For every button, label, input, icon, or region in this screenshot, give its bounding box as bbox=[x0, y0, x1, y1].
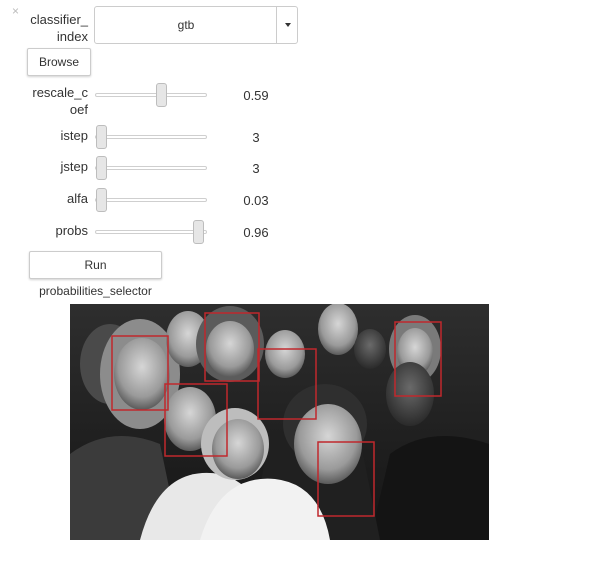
browse-button[interactable]: Browse bbox=[27, 48, 91, 76]
slider-handle-istep[interactable] bbox=[96, 125, 107, 149]
slider-track-jstep[interactable] bbox=[95, 166, 207, 170]
slider-track-probs[interactable] bbox=[95, 230, 207, 234]
classifier-index-selected-value: gtb bbox=[177, 18, 195, 32]
classifier-index-label: classifier_ index bbox=[24, 11, 88, 45]
slider-label-line1: probs bbox=[55, 223, 88, 238]
slider-value-jstep: 3 bbox=[252, 161, 260, 176]
slider-handle-alfa[interactable] bbox=[96, 188, 107, 212]
slider-label-istep: istep bbox=[24, 127, 88, 144]
slider-value-alfa: 0.03 bbox=[243, 193, 269, 208]
run-probabilities-selector-button[interactable]: Run probabilities_selector bbox=[29, 251, 162, 298]
slider-value-rescale_coef: 0.59 bbox=[243, 88, 269, 103]
slider-label-probs: probs bbox=[24, 222, 88, 239]
slider-label-alfa: alfa bbox=[24, 190, 88, 207]
slider-handle-rescale_coef[interactable] bbox=[156, 83, 167, 107]
widget-panel: × classifier_ index gtb Browse rescale_c… bbox=[0, 0, 598, 567]
slider-label-line1: rescale_c bbox=[32, 85, 88, 100]
slider-handle-probs[interactable] bbox=[193, 220, 204, 244]
close-icon[interactable]: × bbox=[12, 4, 19, 18]
caret-down-icon bbox=[285, 23, 291, 27]
slider-label-line1: alfa bbox=[67, 191, 88, 206]
slider-handle-jstep[interactable] bbox=[96, 156, 107, 180]
classifier-index-select[interactable]: gtb bbox=[94, 6, 298, 44]
slider-value-probs: 0.96 bbox=[243, 225, 269, 240]
slider-label-line1: istep bbox=[60, 128, 88, 143]
slider-value-istep: 3 bbox=[252, 130, 260, 145]
slider-label-jstep: jstep bbox=[24, 158, 88, 175]
dropdown-toggle[interactable] bbox=[276, 7, 297, 43]
classifier-index-label-line2: index bbox=[56, 29, 88, 44]
slider-label-rescale_coef: rescale_coef bbox=[24, 84, 88, 118]
grayscale-group-selfie-photo bbox=[70, 304, 489, 540]
output-image bbox=[70, 304, 489, 540]
slider-track-rescale_coef[interactable] bbox=[95, 93, 207, 97]
slider-track-istep[interactable] bbox=[95, 135, 207, 139]
slider-label-line1: jstep bbox=[60, 159, 88, 174]
classifier-index-label-line1: classifier_ bbox=[30, 12, 88, 27]
slider-track-alfa[interactable] bbox=[95, 198, 207, 202]
slider-label-line2: oef bbox=[69, 102, 88, 117]
